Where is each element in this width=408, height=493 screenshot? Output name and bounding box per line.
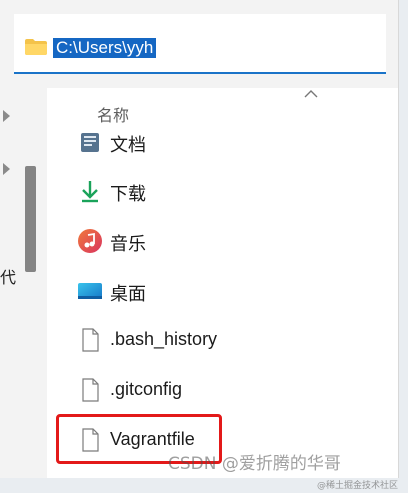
nav-scrollbar-track[interactable]: [24, 88, 38, 478]
nav-scrollbar-thumb[interactable]: [25, 166, 36, 272]
documents-icon: [81, 133, 99, 152]
file-name: .gitconfig: [110, 379, 183, 399]
expand-arrow-icon[interactable]: [3, 110, 10, 122]
file-icon: [82, 328, 99, 352]
file-row[interactable]: .gitconfig: [76, 370, 376, 410]
file-name: 下载: [110, 184, 146, 204]
address-bar[interactable]: C:\Users\yyh: [14, 14, 386, 74]
file-icon: [82, 378, 99, 402]
file-name: 文档: [110, 135, 146, 155]
watermark-small-text: @稀土掘金技术社区: [316, 481, 398, 491]
desktop-icon: [78, 283, 102, 299]
folder-icon: [25, 39, 47, 55]
sort-caret-icon: [304, 90, 318, 98]
file-row[interactable]: 桌面: [76, 271, 376, 311]
expand-arrow-icon[interactable]: [3, 163, 10, 175]
address-path-text[interactable]: C:\Users\yyh: [53, 38, 157, 58]
file-name: 音乐: [110, 234, 146, 254]
download-icon: [82, 181, 98, 203]
file-explorer-window: C:\Users\yyh 代 名称 文档 下载 音乐 桌面 .bash_hist…: [0, 0, 399, 478]
file-row[interactable]: 文档: [76, 122, 376, 162]
watermark-text: CSDN @爱折腾的华哥: [168, 454, 341, 474]
file-name: 桌面: [110, 284, 146, 304]
file-row[interactable]: .bash_history: [76, 320, 376, 360]
file-row[interactable]: 下载: [76, 171, 376, 211]
file-name: .bash_history: [110, 329, 218, 349]
file-row[interactable]: 音乐: [76, 221, 376, 261]
nav-partial-label: 代: [0, 268, 17, 287]
music-icon: [78, 229, 102, 253]
address-area: C:\Users\yyh: [0, 0, 398, 88]
